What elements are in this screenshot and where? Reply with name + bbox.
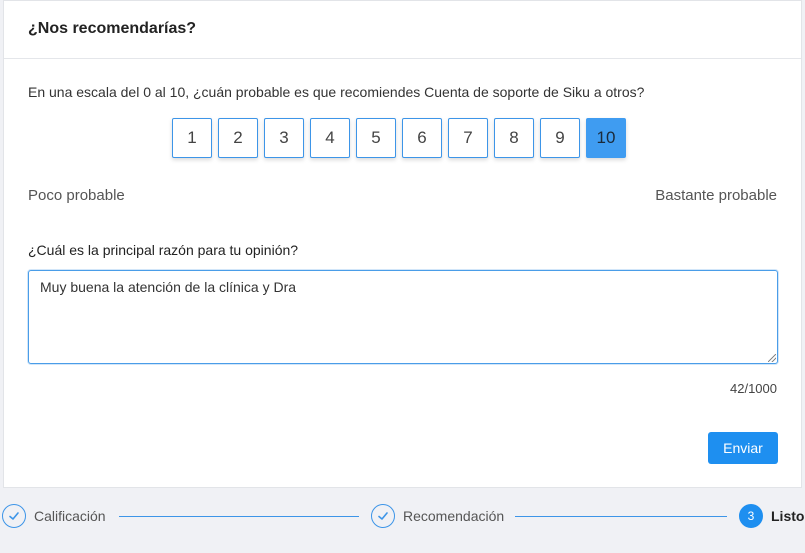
reason-question: ¿Cuál es la principal razón para tu opin… — [28, 242, 299, 258]
step-label: Calificación — [34, 508, 106, 524]
scale-option-1[interactable]: 1 — [172, 118, 212, 158]
reason-textarea[interactable] — [28, 270, 778, 364]
char-counter: 42/1000 — [730, 381, 777, 396]
scale-option-7[interactable]: 7 — [448, 118, 488, 158]
recommendation-card: ¿Nos recomendarías? En una escala del 0 … — [3, 0, 802, 488]
scale-option-2[interactable]: 2 — [218, 118, 258, 158]
step-calificacion: Calificación — [2, 504, 106, 528]
check-icon — [2, 504, 26, 528]
scale-option-4[interactable]: 4 — [310, 118, 350, 158]
scale-option-8[interactable]: 8 — [494, 118, 534, 158]
card-header: ¿Nos recomendarías? — [4, 1, 801, 59]
card-title: ¿Nos recomendarías? — [28, 20, 197, 37]
scale-option-6[interactable]: 6 — [402, 118, 442, 158]
step-listo: 3 Listo — [739, 504, 804, 528]
step-label: Listo — [771, 508, 805, 524]
step-connector — [119, 516, 359, 517]
scale-high-label: Bastante probable — [655, 187, 777, 204]
scale-low-label: Poco probable — [28, 187, 125, 204]
step-number: 3 — [739, 504, 763, 528]
nps-scale: 1 2 3 4 5 6 7 8 9 10 — [172, 118, 626, 158]
step-label: Recomendación — [403, 508, 505, 524]
resize-handle-icon[interactable] — [768, 354, 776, 362]
scale-option-9[interactable]: 9 — [540, 118, 580, 158]
nps-question: En una escala del 0 al 10, ¿cuán probabl… — [28, 84, 645, 100]
send-button[interactable]: Enviar — [708, 432, 778, 464]
scale-option-3[interactable]: 3 — [264, 118, 304, 158]
check-icon — [371, 504, 395, 528]
scale-option-10[interactable]: 10 — [586, 118, 626, 158]
scale-option-5[interactable]: 5 — [356, 118, 396, 158]
step-recomendacion: Recomendación — [371, 504, 504, 528]
step-connector — [515, 516, 727, 517]
progress-stepper: Calificación Recomendación 3 Listo — [0, 488, 805, 553]
